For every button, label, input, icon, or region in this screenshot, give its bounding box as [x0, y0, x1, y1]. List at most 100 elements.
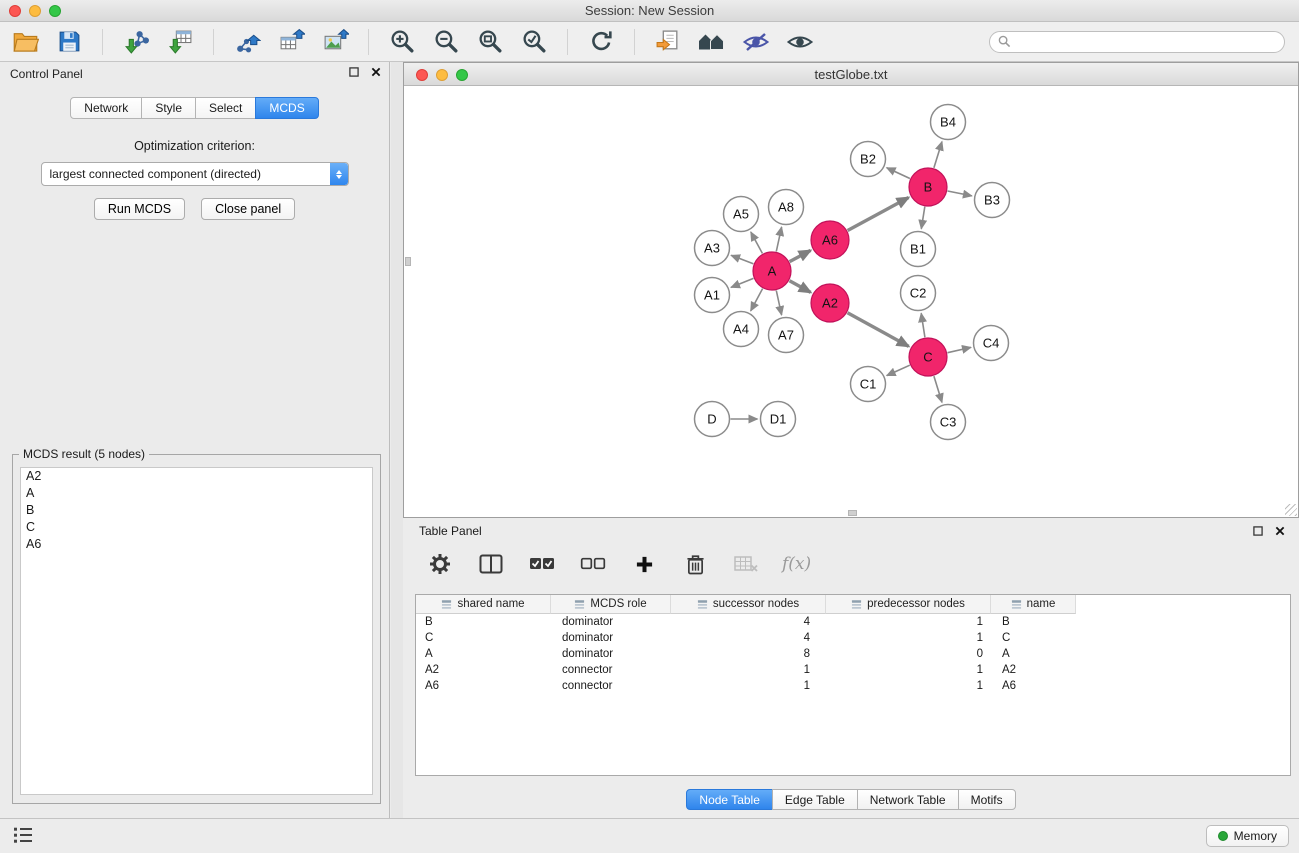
- save-session-icon[interactable]: [54, 27, 84, 57]
- table-row[interactable]: A6connector11A6: [416, 678, 1290, 694]
- search-field[interactable]: [989, 31, 1285, 53]
- node-B2[interactable]: B2: [851, 142, 886, 177]
- tab-node-table[interactable]: Node Table: [686, 789, 773, 810]
- search-input[interactable]: [1016, 35, 1276, 49]
- node-A1[interactable]: A1: [695, 278, 730, 313]
- close-table-panel-icon[interactable]: [1275, 526, 1285, 536]
- deselect-all-icon[interactable]: [578, 549, 608, 579]
- tab-mcds[interactable]: MCDS: [255, 97, 318, 119]
- edge-B-B4[interactable]: [934, 142, 942, 168]
- node-A[interactable]: A: [753, 252, 791, 290]
- mcds-result-item[interactable]: A: [21, 485, 372, 502]
- node-A3[interactable]: A3: [695, 231, 730, 266]
- edge-C-C4[interactable]: [948, 347, 972, 352]
- node-A6[interactable]: A6: [811, 221, 849, 259]
- mcds-result-item[interactable]: B: [21, 502, 372, 519]
- node-B3[interactable]: B3: [975, 183, 1010, 218]
- network-canvas[interactable]: B4 B2 B B3 A5 A8A6 B1 A3 A C2 A1 A2 A4 A7 C C4 C1 C3 D D1: [404, 87, 1298, 517]
- edge-A-A2[interactable]: [790, 281, 811, 293]
- edge-A-A4[interactable]: [751, 289, 763, 311]
- gear-icon[interactable]: [425, 549, 455, 579]
- optimization-criterion-dropdown[interactable]: largest connected component (directed): [41, 162, 349, 186]
- mcds-result-item[interactable]: A2: [21, 468, 372, 485]
- edge-A6-B[interactable]: [848, 198, 909, 231]
- node-D[interactable]: D: [695, 402, 730, 437]
- edge-A-A6[interactable]: [790, 250, 811, 261]
- edge-A-A5[interactable]: [751, 232, 763, 253]
- zoom-in-icon[interactable]: [387, 27, 417, 57]
- mcds-result-item[interactable]: A6: [21, 536, 372, 553]
- tab-network[interactable]: Network: [70, 97, 142, 119]
- edge-A-A7[interactable]: [776, 291, 781, 316]
- edge-A-A1[interactable]: [731, 278, 753, 287]
- run-mcds-button[interactable]: Run MCDS: [94, 198, 185, 220]
- tab-motifs[interactable]: Motifs: [958, 789, 1016, 810]
- tab-select[interactable]: Select: [195, 97, 256, 119]
- table-row[interactable]: Adominator80A: [416, 646, 1290, 662]
- close-panel-icon[interactable]: [371, 67, 381, 77]
- network-window-titlebar[interactable]: testGlobe.txt: [404, 63, 1298, 86]
- node-A8[interactable]: A8: [769, 190, 804, 225]
- export-network-icon[interactable]: [232, 27, 262, 57]
- node-C2[interactable]: C2: [901, 276, 936, 311]
- panel-splitter[interactable]: [391, 62, 403, 818]
- table-row[interactable]: Cdominator41C: [416, 630, 1290, 646]
- canvas-left-scrollbar-thumb[interactable]: [405, 257, 411, 266]
- node-B1[interactable]: B1: [901, 232, 936, 267]
- node-B[interactable]: B: [909, 168, 947, 206]
- tab-network-table[interactable]: Network Table: [857, 789, 959, 810]
- node-C3[interactable]: C3: [931, 405, 966, 440]
- node-C[interactable]: C: [909, 338, 947, 376]
- select-all-icon[interactable]: [527, 549, 557, 579]
- edge-B-B1[interactable]: [921, 207, 925, 229]
- tab-edge-table[interactable]: Edge Table: [772, 789, 858, 810]
- node-B4[interactable]: B4: [931, 105, 966, 140]
- hide-details-eye-icon[interactable]: [741, 27, 771, 57]
- column-header-successor-nodes[interactable]: successor nodes: [671, 595, 826, 614]
- column-header-mcds-role[interactable]: MCDS role: [551, 595, 671, 614]
- edge-A2-C[interactable]: [848, 313, 909, 347]
- export-image-icon[interactable]: [320, 27, 350, 57]
- node-A5[interactable]: A5: [724, 197, 759, 232]
- node-A7[interactable]: A7: [769, 318, 804, 353]
- column-header-name[interactable]: name: [991, 595, 1076, 614]
- window-resize-grip[interactable]: [1285, 504, 1297, 516]
- edge-C-C3[interactable]: [934, 376, 942, 402]
- column-header-shared-name[interactable]: shared name: [416, 595, 551, 614]
- zoom-fit-icon[interactable]: [475, 27, 505, 57]
- mcds-result-item[interactable]: C: [21, 519, 372, 536]
- home-icon[interactable]: [697, 27, 727, 57]
- task-history-icon[interactable]: [12, 826, 34, 847]
- open-session-icon[interactable]: [10, 27, 40, 57]
- edge-C-C1[interactable]: [887, 365, 910, 375]
- close-panel-button[interactable]: Close panel: [201, 198, 295, 220]
- table-row[interactable]: Bdominator41B: [416, 614, 1290, 630]
- float-table-panel-icon[interactable]: [1253, 526, 1263, 536]
- trash-icon[interactable]: [680, 549, 710, 579]
- tab-style[interactable]: Style: [141, 97, 196, 119]
- export-table-icon[interactable]: [276, 27, 306, 57]
- node-D1[interactable]: D1: [761, 402, 796, 437]
- import-network-icon[interactable]: [121, 27, 151, 57]
- edge-A-A8[interactable]: [776, 227, 781, 252]
- edge-B-B3[interactable]: [948, 191, 972, 196]
- mcds-result-list[interactable]: A2ABCA6: [20, 467, 373, 795]
- node-A4[interactable]: A4: [724, 312, 759, 347]
- node-A2[interactable]: A2: [811, 284, 849, 322]
- zoom-selected-icon[interactable]: [519, 27, 549, 57]
- import-table-icon[interactable]: [165, 27, 195, 57]
- node-C4[interactable]: C4: [974, 326, 1009, 361]
- edge-A-A3[interactable]: [731, 255, 753, 263]
- node-C1[interactable]: C1: [851, 367, 886, 402]
- add-column-icon[interactable]: [629, 549, 659, 579]
- show-columns-icon[interactable]: [476, 549, 506, 579]
- memory-button[interactable]: Memory: [1206, 825, 1289, 847]
- first-neighbors-icon[interactable]: [653, 27, 683, 57]
- table-row[interactable]: A2connector11A2: [416, 662, 1290, 678]
- float-panel-icon[interactable]: [349, 67, 359, 77]
- show-details-eye-icon[interactable]: [785, 27, 815, 57]
- zoom-out-icon[interactable]: [431, 27, 461, 57]
- apply-layout-icon[interactable]: [586, 27, 616, 57]
- column-header-predecessor-nodes[interactable]: predecessor nodes: [826, 595, 991, 614]
- canvas-bottom-scrollbar-thumb[interactable]: [848, 510, 857, 516]
